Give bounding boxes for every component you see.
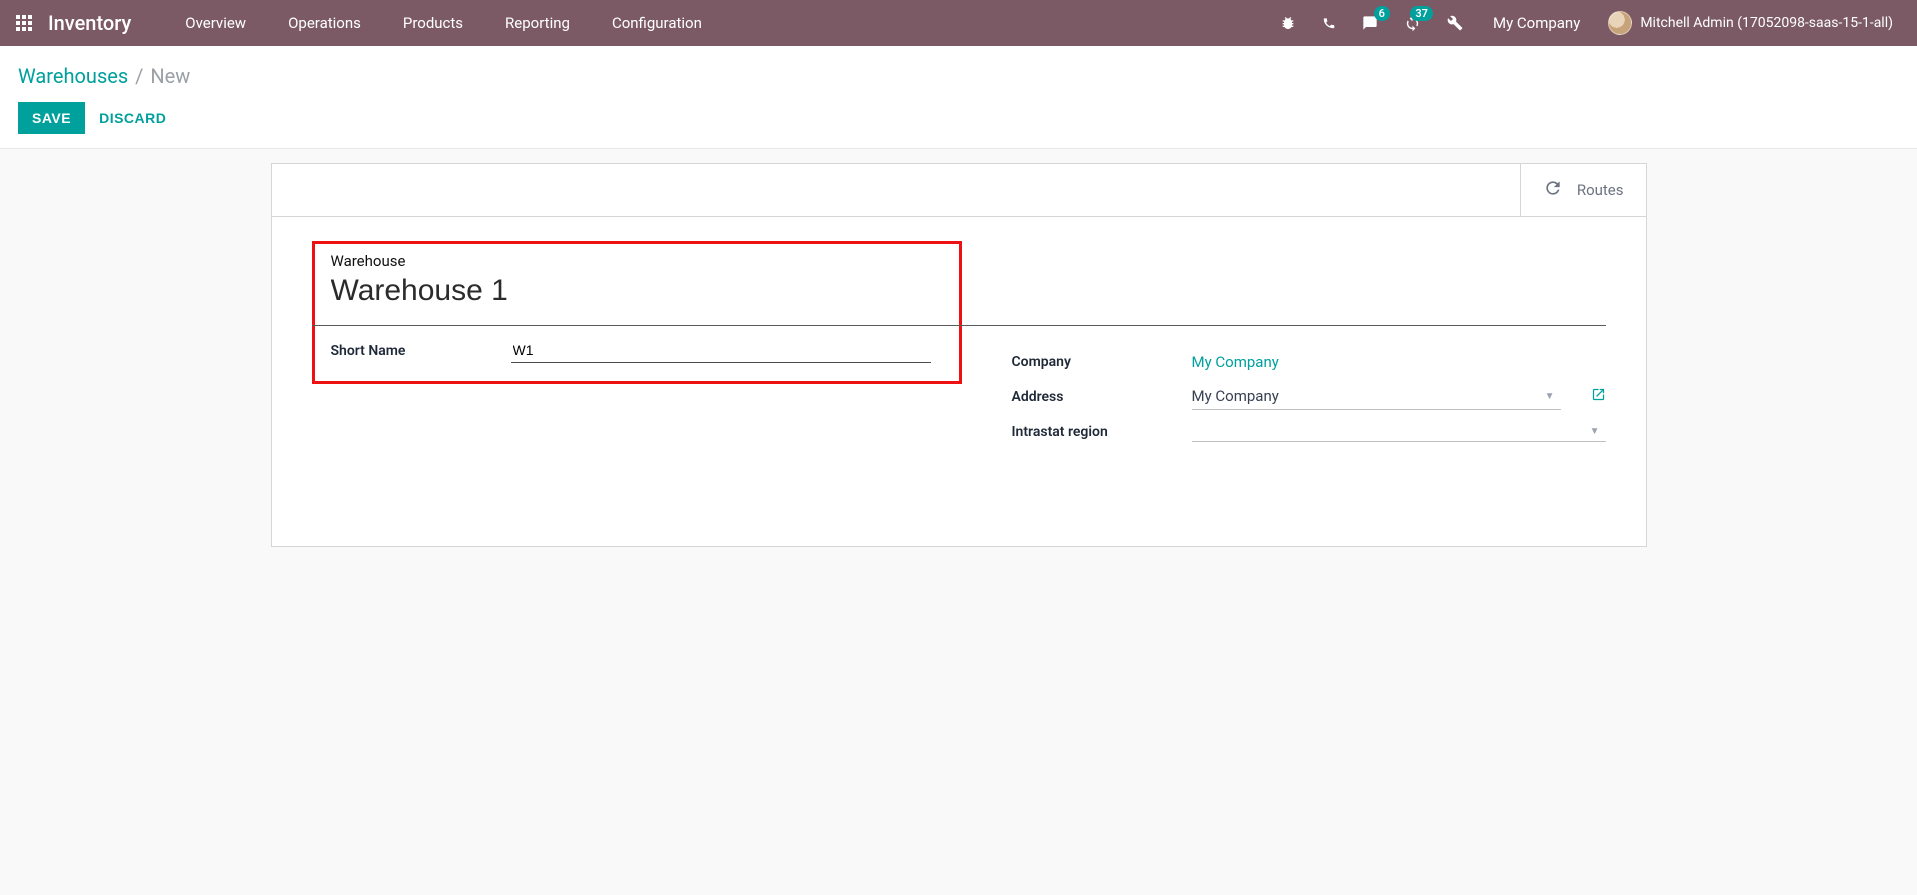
intrastat-label: Intrastat region xyxy=(1012,424,1172,440)
statusbar: Routes xyxy=(272,164,1646,217)
external-link-icon[interactable] xyxy=(1591,387,1606,406)
timer-badge: 37 xyxy=(1410,6,1433,21)
highlight-annotation: Warehouse Short Name xyxy=(312,241,962,384)
breadcrumb: Warehouses / New xyxy=(18,64,1899,88)
control-panel: Warehouses / New SAVE DISCARD xyxy=(0,46,1917,149)
address-value: My Company xyxy=(1192,387,1539,405)
address-label: Address xyxy=(1012,389,1172,405)
routes-stat-button[interactable]: Routes xyxy=(1520,164,1646,216)
user-menu[interactable]: Mitchell Admin (17052098-saas-15-1-all) xyxy=(1600,11,1901,35)
chevron-down-icon[interactable]: ▼ xyxy=(1539,391,1561,402)
menu-products[interactable]: Products xyxy=(385,0,481,46)
breadcrumb-sep: / xyxy=(135,64,143,88)
warehouse-name-label: Warehouse xyxy=(331,252,943,270)
save-button[interactable]: SAVE xyxy=(18,102,85,134)
address-select[interactable]: My Company ▼ xyxy=(1192,383,1561,410)
chat-badge: 6 xyxy=(1374,6,1390,21)
phone-icon[interactable] xyxy=(1312,0,1346,46)
refresh-icon xyxy=(1543,178,1563,202)
tools-icon[interactable] xyxy=(1437,0,1473,46)
routes-label: Routes xyxy=(1577,181,1624,199)
chevron-down-icon[interactable]: ▼ xyxy=(1584,426,1606,437)
menu-operations[interactable]: Operations xyxy=(270,0,379,46)
menu-overview[interactable]: Overview xyxy=(167,0,264,46)
discard-button[interactable]: DISCARD xyxy=(99,110,166,126)
company-selector[interactable]: My Company xyxy=(1479,14,1594,32)
intrastat-select[interactable]: ▼ xyxy=(1192,422,1606,442)
company-value[interactable]: My Company xyxy=(1192,353,1279,371)
avatar-icon xyxy=(1608,11,1632,35)
bug-icon[interactable] xyxy=(1270,0,1306,46)
user-name: Mitchell Admin (17052098-saas-15-1-all) xyxy=(1640,15,1893,31)
apps-grid-icon[interactable] xyxy=(16,15,32,31)
menu-reporting[interactable]: Reporting xyxy=(487,0,588,46)
warehouse-name-input[interactable] xyxy=(331,272,943,314)
timer-icon[interactable]: 37 xyxy=(1394,0,1431,46)
form-sheet: Routes Warehouse Short Name xyxy=(271,163,1647,547)
short-name-input[interactable] xyxy=(511,338,931,363)
company-label: Company xyxy=(1012,354,1172,370)
menu-configuration[interactable]: Configuration xyxy=(594,0,720,46)
app-brand[interactable]: Inventory xyxy=(48,11,131,35)
main-navbar: Inventory Overview Operations Products R… xyxy=(0,0,1917,46)
breadcrumb-parent[interactable]: Warehouses xyxy=(18,64,128,88)
breadcrumb-current: New xyxy=(150,64,190,88)
chat-icon[interactable]: 6 xyxy=(1352,0,1388,46)
title-underline xyxy=(312,325,1606,326)
short-name-label: Short Name xyxy=(331,343,491,359)
